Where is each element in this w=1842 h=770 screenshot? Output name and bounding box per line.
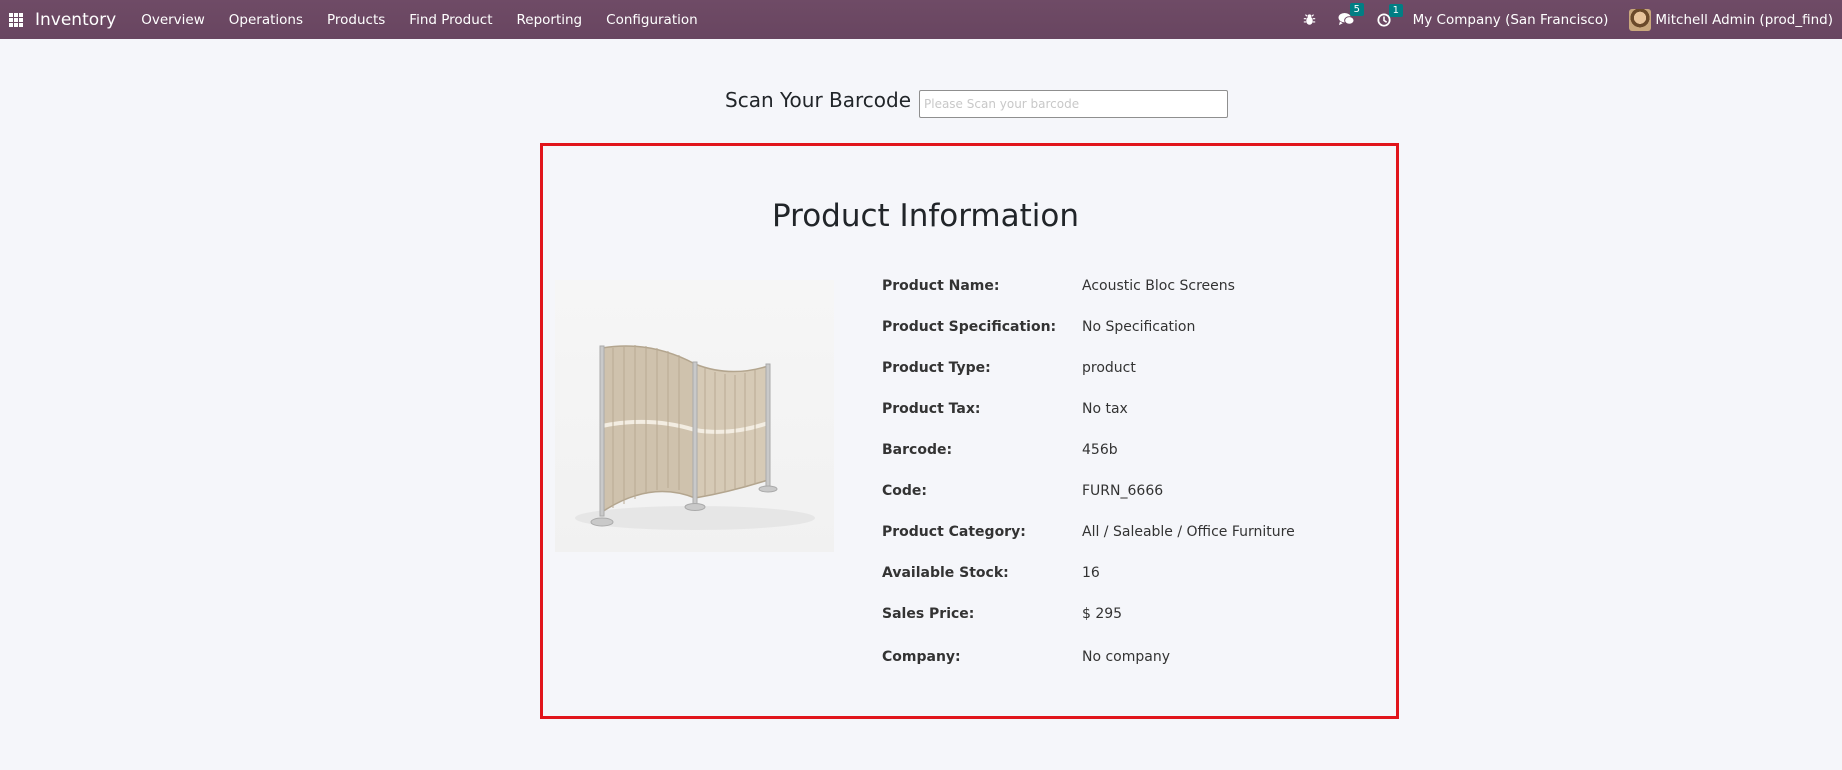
avatar bbox=[1629, 8, 1652, 31]
value-product-type: product bbox=[1082, 360, 1136, 376]
label-product-type: Product Type: bbox=[882, 360, 991, 376]
value-available-stock: 16 bbox=[1082, 565, 1100, 581]
label-available-stock: Available Stock: bbox=[882, 565, 1009, 581]
menu-overview[interactable]: Overview bbox=[141, 12, 205, 28]
menu-reporting[interactable]: Reporting bbox=[517, 12, 583, 28]
label-company: Company: bbox=[882, 649, 961, 665]
barcode-input[interactable] bbox=[919, 90, 1228, 118]
value-product-category: All / Saleable / Office Furniture bbox=[1082, 524, 1295, 540]
app-menu-grid-icon[interactable] bbox=[9, 12, 23, 27]
label-barcode: Barcode: bbox=[882, 442, 953, 458]
value-barcode: 456b bbox=[1082, 442, 1118, 458]
label-product-specification: Product Specification: bbox=[882, 319, 1057, 335]
messages-chat-icon[interactable]: 5 bbox=[1338, 3, 1364, 27]
menu-products[interactable]: Products bbox=[327, 12, 385, 28]
value-sales-price: $ 295 bbox=[1082, 606, 1123, 622]
top-navbar: Inventory Overview Operations Products F… bbox=[0, 0, 1842, 39]
menu-configuration[interactable]: Configuration bbox=[606, 12, 698, 28]
product-image bbox=[555, 280, 834, 552]
activities-clock-icon[interactable]: 1 bbox=[1377, 3, 1403, 27]
debug-bug-icon[interactable] bbox=[1303, 13, 1316, 26]
acoustic-screen-image bbox=[575, 345, 815, 530]
menu-find-product[interactable]: Find Product bbox=[409, 12, 492, 28]
product-info-heading: Product Information bbox=[772, 198, 1080, 234]
value-code: FURN_6666 bbox=[1082, 483, 1164, 499]
user-name: Mitchell Admin (prod_find) bbox=[1655, 11, 1833, 28]
user-menu[interactable]: Mitchell Admin (prod_find) bbox=[1629, 8, 1833, 31]
label-product-name: Product Name: bbox=[882, 278, 1000, 294]
value-company: No company bbox=[1082, 649, 1171, 665]
value-product-specification: No Specification bbox=[1082, 319, 1196, 335]
messages-count-badge: 5 bbox=[1349, 3, 1364, 16]
label-sales-price: Sales Price: bbox=[882, 606, 975, 622]
activities-count-badge: 1 bbox=[1388, 3, 1403, 17]
value-product-name: Acoustic Bloc Screens bbox=[1082, 278, 1235, 294]
label-product-tax: Product Tax: bbox=[882, 401, 981, 417]
navbar-systray: 5 1 My Company (San Francisco) Mitchell … bbox=[1303, 0, 1842, 39]
menu-operations[interactable]: Operations bbox=[229, 12, 303, 28]
app-name[interactable]: Inventory bbox=[35, 10, 116, 30]
label-product-category: Product Category: bbox=[882, 524, 1026, 540]
scan-title: Scan Your Barcode bbox=[725, 88, 912, 112]
company-switcher[interactable]: My Company (San Francisco) bbox=[1413, 12, 1609, 28]
value-product-tax: No tax bbox=[1082, 401, 1128, 417]
label-code: Code: bbox=[882, 483, 928, 499]
